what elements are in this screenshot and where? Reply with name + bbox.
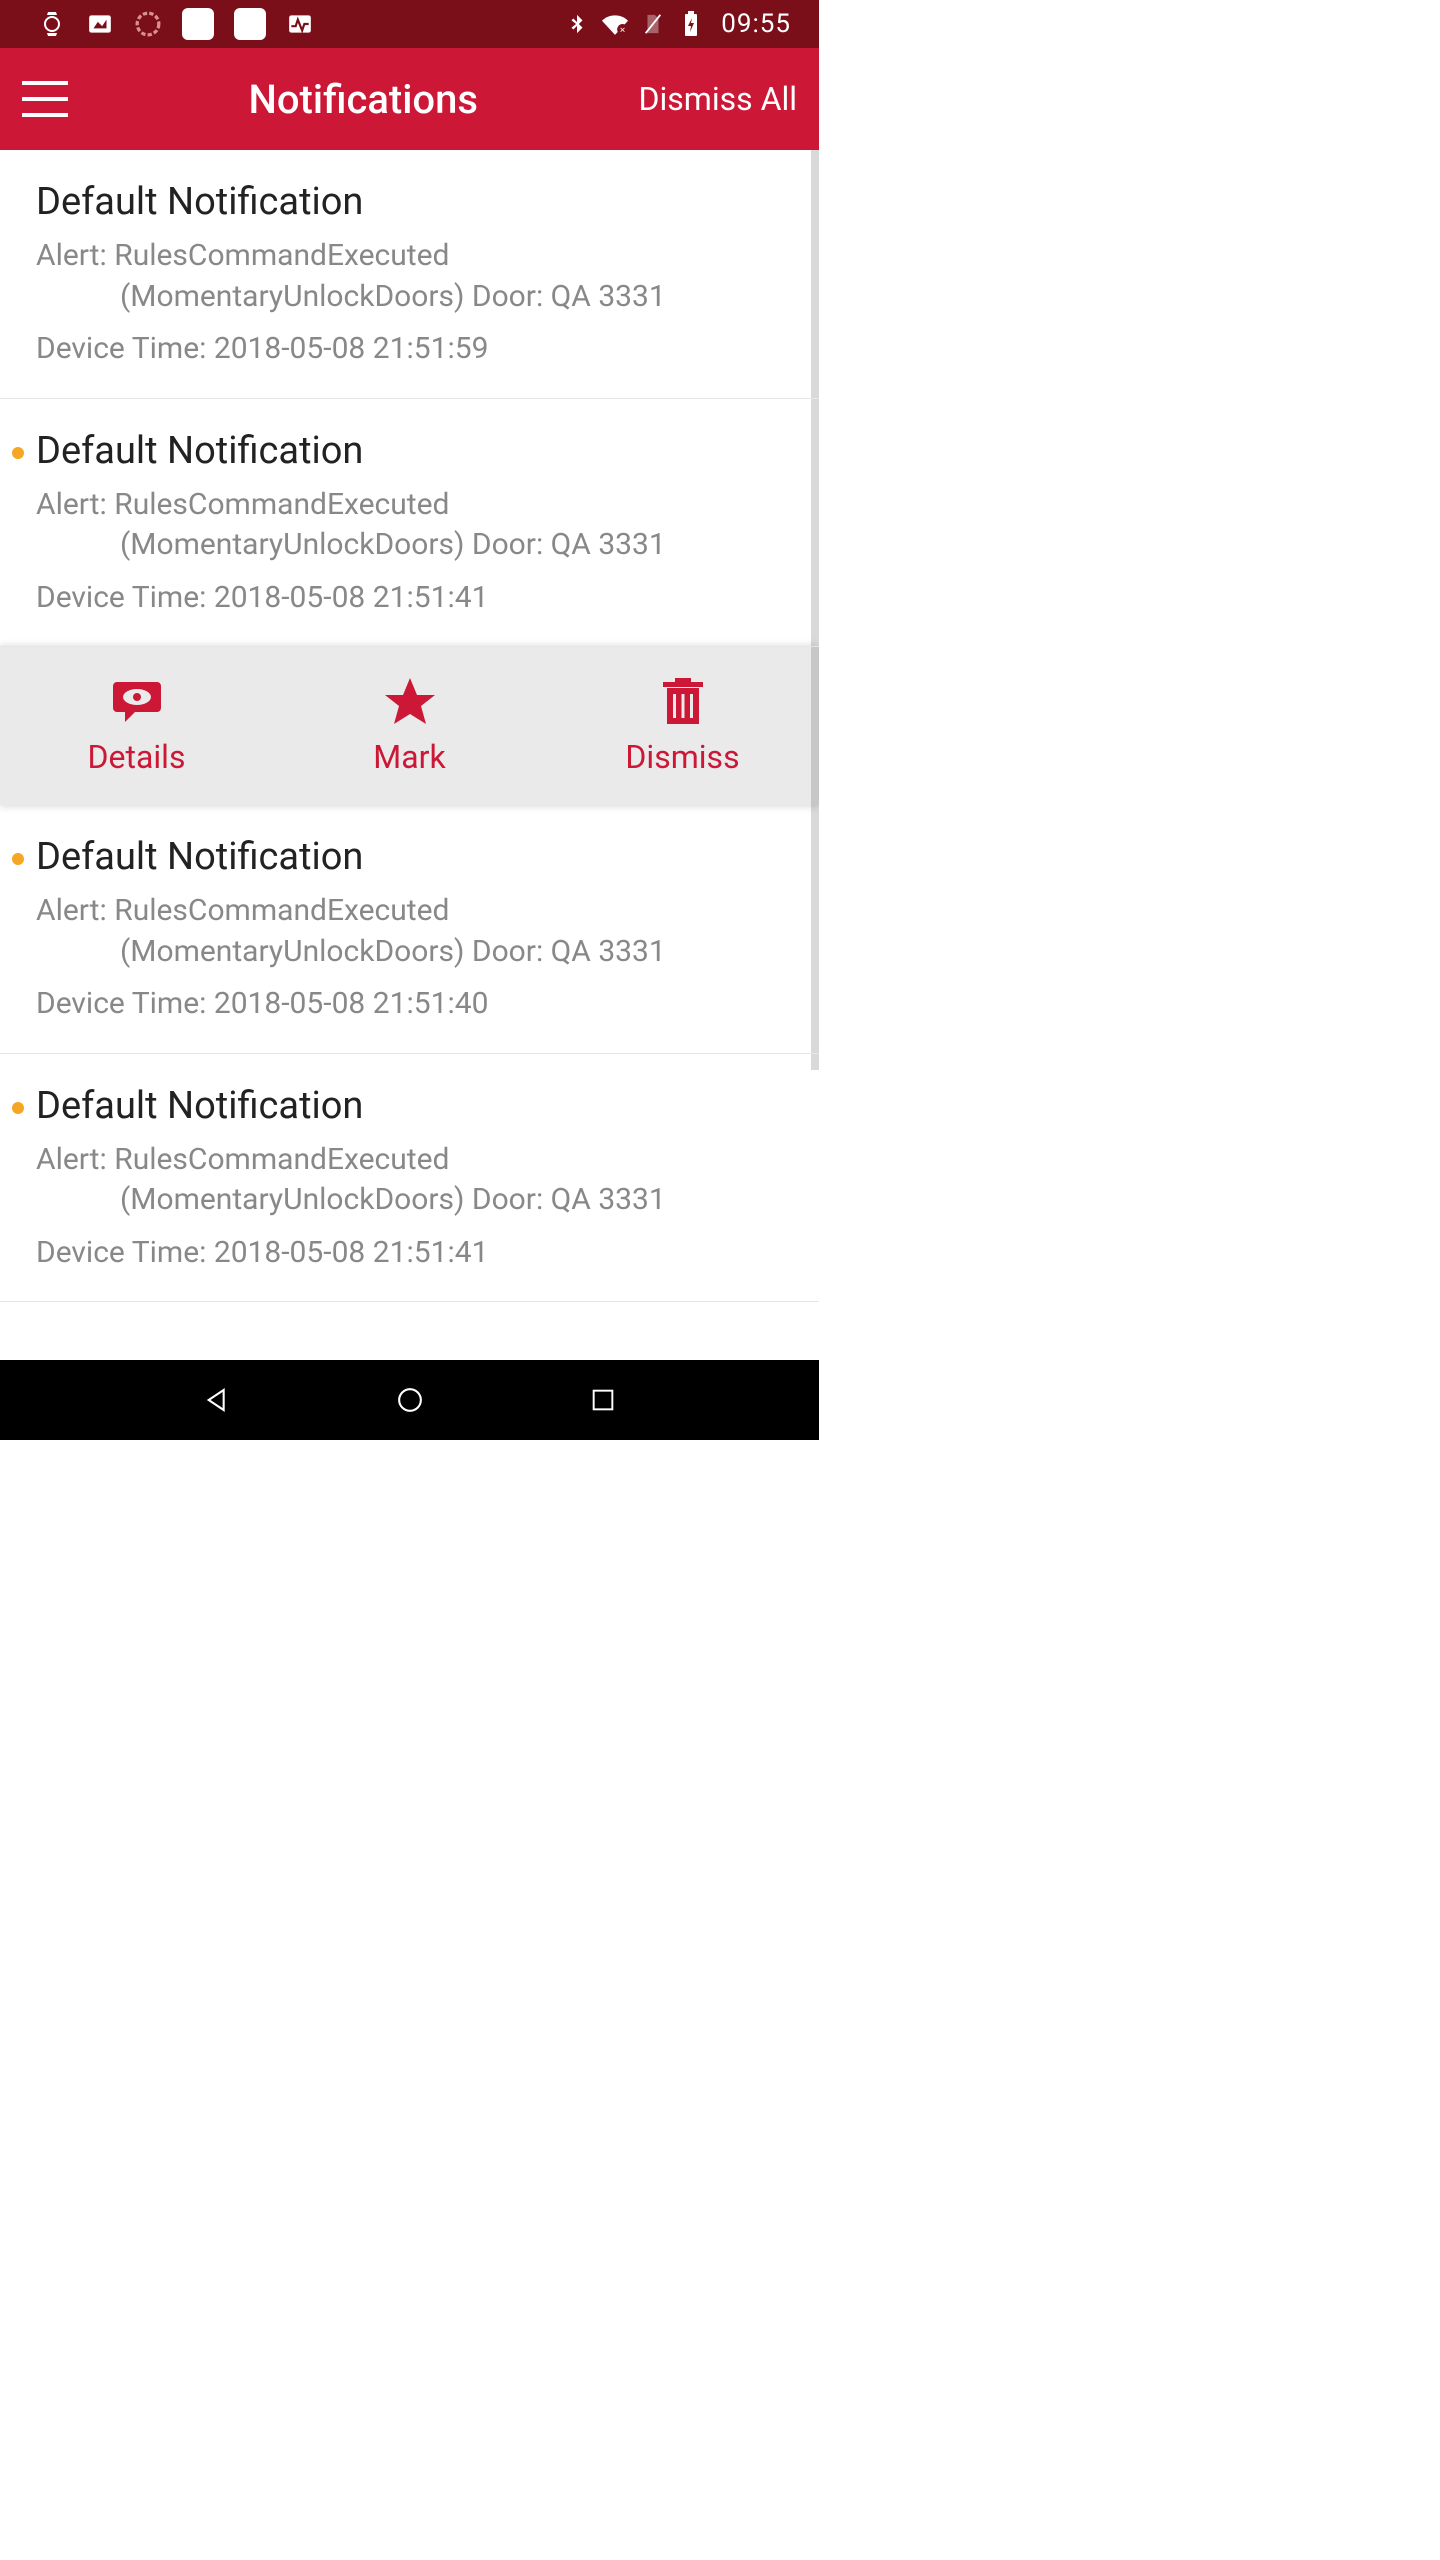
eye-chat-icon [111,676,163,728]
notification-action-bar: Details Mark Dismiss [0,647,819,805]
notification-title: Default Notification [36,835,783,879]
unread-dot-icon [12,447,24,459]
notification-item[interactable]: Default Notification Alert: RulesCommand… [0,805,819,1054]
dismiss-label: Dismiss [625,738,739,776]
app1-icon [182,8,214,40]
watch-icon [38,10,66,38]
notification-item[interactable]: Default Notification Alert: RulesCommand… [0,150,819,399]
notification-item[interactable]: Default Notification Alert: RulesCommand… [0,399,819,648]
notification-time: Device Time: 2018-05-08 21:51:41 [36,578,783,619]
notification-alert-line2: (MomentaryUnlockDoors) Door: QA 3331 [36,525,783,566]
notifications-list[interactable]: Default Notification Alert: RulesCommand… [0,150,819,1360]
bluetooth-icon [563,10,591,38]
recents-button[interactable] [585,1382,621,1418]
notification-time: Device Time: 2018-05-08 21:51:41 [36,1233,783,1274]
trash-icon [657,676,709,728]
android-nav-bar [0,1360,819,1440]
details-label: Details [88,738,186,776]
details-button[interactable]: Details [0,647,273,805]
notification-alert-line1: Alert: RulesCommandExecuted [36,236,783,277]
dismiss-button[interactable]: Dismiss [546,647,819,805]
app2-icon [234,8,266,40]
app-bar: Notifications Dismiss All [0,48,819,150]
mark-button[interactable]: Mark [273,647,546,805]
loading-icon [134,10,162,38]
activity-icon [286,10,314,38]
notification-time: Device Time: 2018-05-08 21:51:40 [36,984,783,1025]
notification-title: Default Notification [36,180,783,224]
unread-dot-icon [12,853,24,865]
notification-alert-line1: Alert: RulesCommandExecuted [36,891,783,932]
status-right: ✕ 09:55 [563,9,791,39]
notification-item[interactable]: Default Notification Alert: RulesCommand… [0,1054,819,1303]
battery-charging-icon [677,10,705,38]
notification-time: Device Time: 2018-05-08 21:51:59 [36,329,783,370]
image-icon [86,10,114,38]
svg-text:✕: ✕ [620,26,626,35]
status-bar: ✕ 09:55 [0,0,819,48]
menu-button[interactable] [22,81,68,117]
notification-alert-line2: (MomentaryUnlockDoors) Door: QA 3331 [36,1180,783,1221]
no-sim-icon [639,10,667,38]
status-left [38,8,314,40]
notification-title: Default Notification [36,429,783,473]
mark-label: Mark [373,738,445,776]
star-icon [384,676,436,728]
home-button[interactable] [392,1382,428,1418]
notification-alert-line1: Alert: RulesCommandExecuted [36,485,783,526]
dismiss-all-button[interactable]: Dismiss All [638,80,797,118]
status-time: 09:55 [721,9,791,39]
notification-alert-line1: Alert: RulesCommandExecuted [36,1140,783,1181]
notification-alert-line2: (MomentaryUnlockDoors) Door: QA 3331 [36,277,783,318]
notification-title: Default Notification [36,1084,783,1128]
notification-alert-line2: (MomentaryUnlockDoors) Door: QA 3331 [36,932,783,973]
page-title: Notifications [88,76,638,123]
unread-dot-icon [12,1102,24,1114]
back-button[interactable] [199,1382,235,1418]
wifi-off-icon: ✕ [601,10,629,38]
